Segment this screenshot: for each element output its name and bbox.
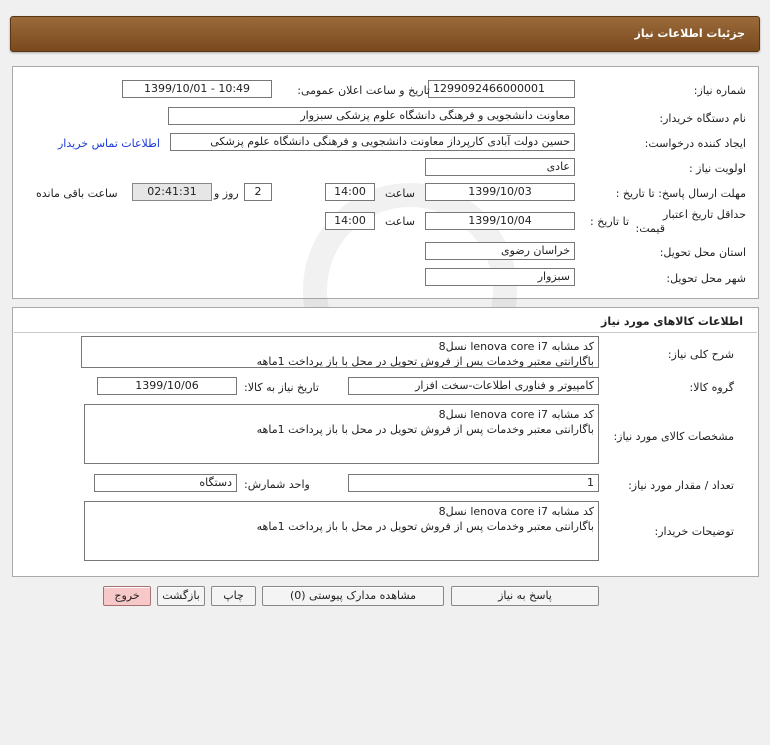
requester-field: حسین دولت آبادی کارپرداز معاونت دانشجویی… bbox=[170, 133, 575, 151]
reply-button[interactable]: پاسخ به نیاز bbox=[451, 586, 599, 606]
need-date-label: تاریخ نیاز به کالا: bbox=[244, 381, 319, 394]
unit-label: واحد شمارش: bbox=[244, 478, 310, 491]
need-number-label: شماره نیاز: bbox=[693, 84, 746, 97]
unit-field: دستگاه bbox=[94, 474, 237, 492]
validity-until-label: تا تاریخ : bbox=[590, 215, 629, 228]
days-field: 2 bbox=[244, 183, 272, 201]
city-field: سبزوار bbox=[425, 268, 575, 286]
announce-label: تاریخ و ساعت اعلان عمومی: bbox=[297, 84, 430, 97]
requester-label: ایجاد کننده درخواست: bbox=[644, 137, 746, 150]
need-number-field: 1299092466000001 bbox=[428, 80, 575, 98]
buyer-org-label: نام دستگاه خریدار: bbox=[659, 112, 746, 125]
announce-field: 1399/10/01 - 10:49 bbox=[122, 80, 272, 98]
province-label: استان محل تحویل: bbox=[659, 246, 746, 259]
spec-line-2: باگارانتی معتبر وخدمات پس از فروش تحویل … bbox=[256, 423, 594, 436]
need-date-field: 1399/10/06 bbox=[97, 377, 237, 395]
deadline-hour-label: ساعت bbox=[385, 187, 415, 200]
summary-line-1: کد مشابه lenova core i7 نسل8 bbox=[438, 340, 594, 353]
deadline-time-field: 14:00 bbox=[325, 183, 375, 201]
validity-time-field: 14:00 bbox=[325, 212, 375, 230]
deadline-label: مهلت ارسال پاسخ: تا تاریخ : bbox=[615, 187, 746, 200]
buyer-notes-label: توضیحات خریدار: bbox=[654, 525, 735, 538]
exit-button[interactable]: خروج bbox=[103, 586, 151, 606]
group-label: گروه کالا: bbox=[689, 381, 734, 394]
validity-label-2: قیمت: bbox=[635, 222, 665, 235]
back-button[interactable]: بازگشت bbox=[157, 586, 205, 606]
remaining-time-field: 02:41:31 bbox=[132, 183, 212, 201]
qty-label: تعداد / مقدار مورد نیاز: bbox=[628, 479, 734, 492]
province-field: خراسان رضوی bbox=[425, 242, 575, 260]
page-title: جزئیات اطلاعات نیاز bbox=[634, 27, 746, 40]
section-divider bbox=[14, 332, 757, 333]
buyer-notes-field: کد مشابه lenova core i7 نسل8 باگارانتی م… bbox=[84, 501, 599, 561]
notes-line-1: کد مشابه lenova core i7 نسل8 bbox=[438, 505, 594, 518]
city-label: شهر محل تحویل: bbox=[666, 272, 746, 285]
validity-label-1: حداقل تاریخ اعتبار bbox=[662, 208, 746, 221]
goods-section-title: اطلاعات کالاهای مورد نیاز bbox=[601, 315, 743, 328]
days-label: روز و bbox=[214, 187, 239, 200]
validity-date-field: 1399/10/04 bbox=[425, 212, 575, 230]
spec-label: مشخصات کالای مورد نیاز: bbox=[613, 430, 734, 443]
priority-label: اولویت نیاز : bbox=[688, 162, 746, 175]
summary-field: کد مشابه lenova core i7 نسل8 باگارانتی م… bbox=[81, 336, 599, 368]
deadline-date-field: 1399/10/03 bbox=[425, 183, 575, 201]
validity-hour-label: ساعت bbox=[385, 215, 415, 228]
spec-field: کد مشابه lenova core i7 نسل8 باگارانتی م… bbox=[84, 404, 599, 464]
buyer-org-field: معاونت دانشجویی و فرهنگی دانشگاه علوم پز… bbox=[168, 107, 575, 125]
notes-line-2: باگارانتی معتبر وخدمات پس از فروش تحویل … bbox=[256, 520, 594, 533]
summary-label: شرح کلی نیاز: bbox=[667, 348, 734, 361]
spec-line-1: کد مشابه lenova core i7 نسل8 bbox=[438, 408, 594, 421]
remaining-label: ساعت باقی مانده bbox=[36, 187, 118, 200]
summary-line-2: باگارانتی معتبر وخدمات پس از فروش تحویل … bbox=[256, 355, 594, 368]
page-header: جزئیات اطلاعات نیاز bbox=[10, 16, 760, 52]
group-field: کامپیوتر و فناوری اطلاعات-سخت افزار bbox=[348, 377, 599, 395]
buyer-contact-link[interactable]: اطلاعات تماس خریدار bbox=[58, 137, 160, 150]
priority-field: عادی bbox=[425, 158, 575, 176]
attachments-button[interactable]: مشاهده مدارک پیوستی (0) bbox=[262, 586, 444, 606]
qty-field: 1 bbox=[348, 474, 599, 492]
print-button[interactable]: چاپ bbox=[211, 586, 256, 606]
